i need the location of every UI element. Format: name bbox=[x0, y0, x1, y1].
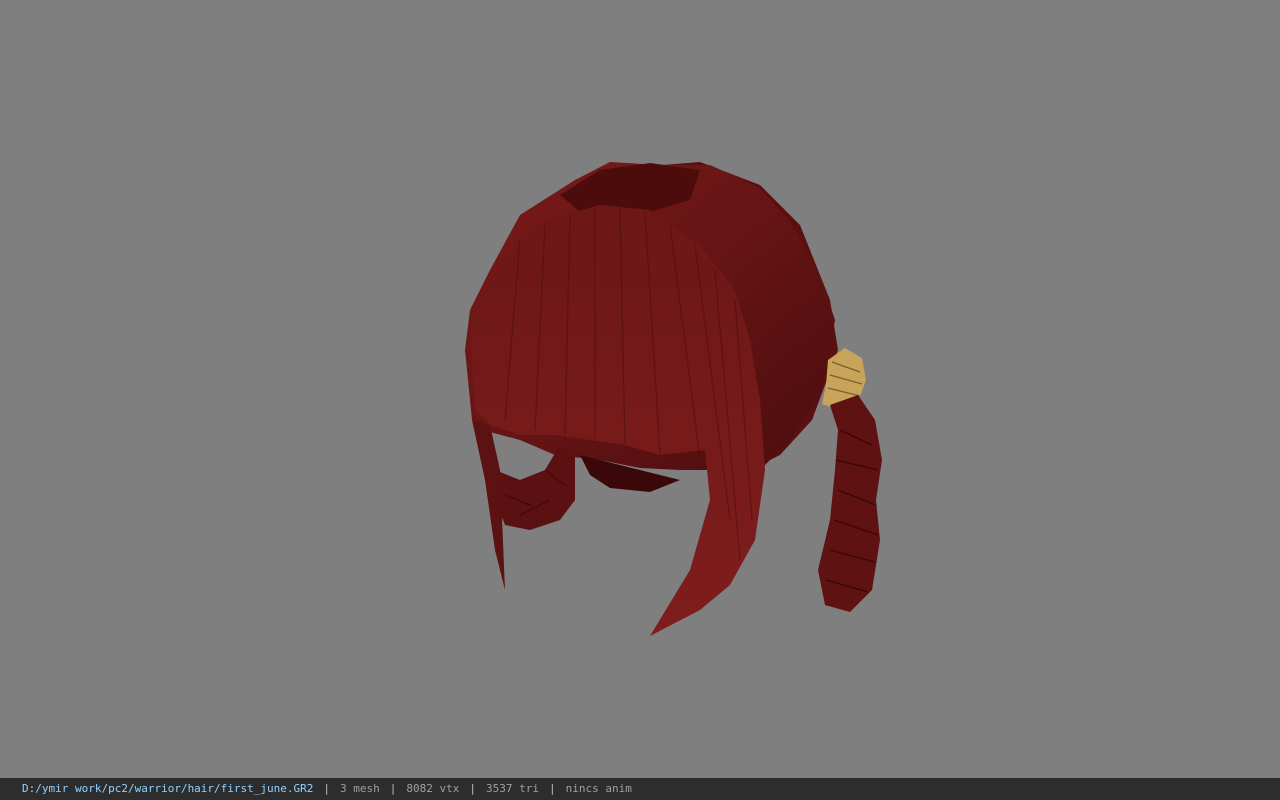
vertex-count: 8082 vtx bbox=[406, 782, 460, 795]
separator: | bbox=[323, 782, 331, 795]
mesh-count: 3 mesh bbox=[340, 782, 380, 795]
separator: | bbox=[549, 782, 556, 795]
animation-status: nincs anim bbox=[565, 782, 632, 795]
file-path: D:/ymir work/pc2/warrior/hair/first_june… bbox=[22, 782, 314, 795]
hair-left-braid bbox=[495, 445, 575, 530]
hair-model[interactable] bbox=[0, 0, 1280, 778]
triangle-count: 3537 tri bbox=[486, 782, 539, 795]
status-bar: D:/ymir work/pc2/warrior/hair/first_june… bbox=[0, 778, 1280, 800]
separator: | bbox=[469, 782, 477, 795]
separator: | bbox=[389, 782, 397, 795]
3d-viewport[interactable] bbox=[0, 0, 1280, 778]
